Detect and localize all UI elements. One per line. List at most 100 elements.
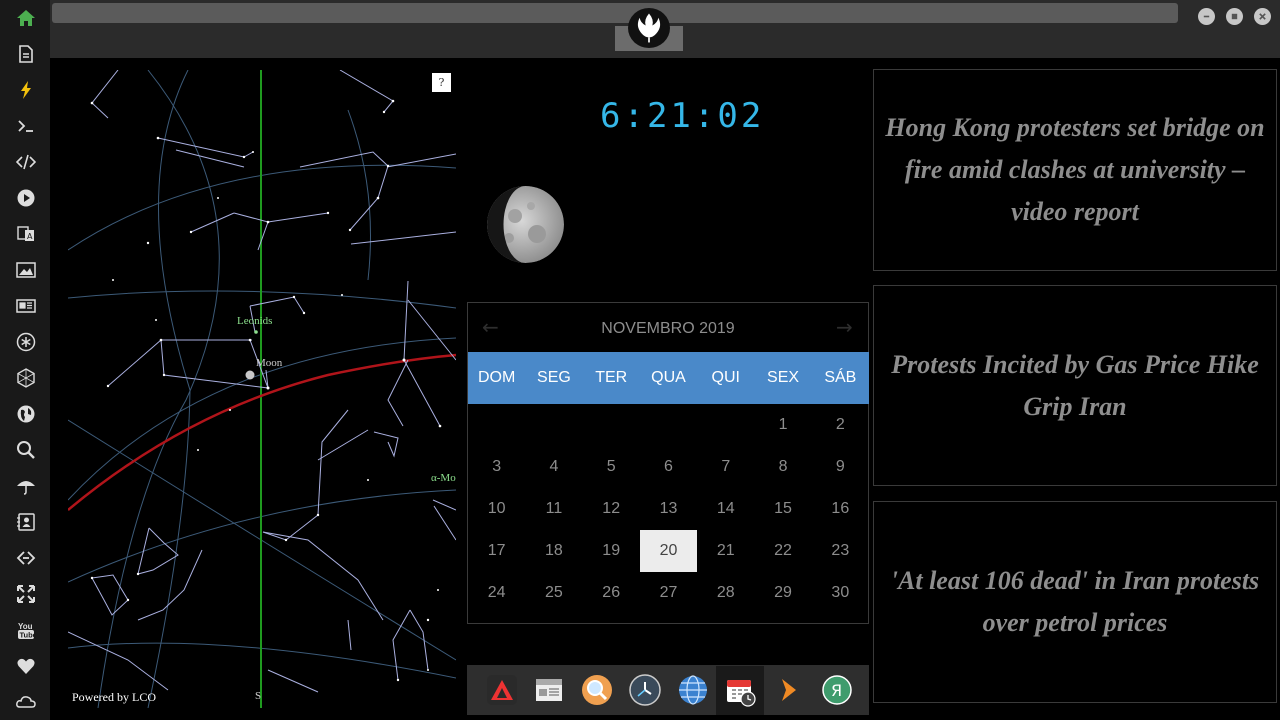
calendar-week-row: 3456789 xyxy=(468,446,869,488)
asterisk-icon[interactable] xyxy=(13,329,39,355)
calendar-empty-cell xyxy=(697,404,754,446)
calendar-day[interactable]: 7 xyxy=(697,446,754,488)
calendar-day[interactable]: 8 xyxy=(754,446,811,488)
clock-icon[interactable] xyxy=(626,671,664,709)
calendar-day[interactable]: 13 xyxy=(640,488,697,530)
calendar-day[interactable]: 15 xyxy=(754,488,811,530)
news-headline[interactable]: Hong Kong protesters set bridge on fire … xyxy=(882,107,1268,233)
news-headline[interactable]: 'At least 106 dead' in Iran protests ove… xyxy=(882,560,1268,644)
close-button[interactable] xyxy=(1254,8,1271,25)
image-icon[interactable] xyxy=(13,257,39,283)
terminal-icon[interactable] xyxy=(13,113,39,139)
calendar-day[interactable]: 30 xyxy=(812,572,869,614)
play-icon[interactable] xyxy=(13,185,39,211)
document-icon[interactable] xyxy=(13,41,39,67)
next-month-button[interactable]: → xyxy=(836,315,853,339)
news-headline[interactable]: Protests Incited by Gas Price Hike Grip … xyxy=(882,344,1268,428)
news-card[interactable]: Hong Kong protesters set bridge on fire … xyxy=(873,69,1277,271)
arrow-right-icon[interactable] xyxy=(770,671,808,709)
news-icon[interactable] xyxy=(13,293,39,319)
calendar-day[interactable]: 22 xyxy=(754,530,811,572)
calendar-day[interactable]: 18 xyxy=(525,530,582,572)
calendar-day[interactable]: 9 xyxy=(812,446,869,488)
weekday-label: DOM xyxy=(477,369,516,386)
translate-icon[interactable]: A xyxy=(13,221,39,247)
calendar-day[interactable]: 12 xyxy=(583,488,640,530)
contacts-icon[interactable] xyxy=(13,509,39,535)
fullscreen-icon[interactable] xyxy=(13,581,39,607)
cloud-icon[interactable] xyxy=(13,689,39,715)
news-card[interactable]: Protests Incited by Gas Price Hike Grip … xyxy=(873,285,1277,486)
calendar-day[interactable]: 19 xyxy=(583,530,640,572)
calendar-day[interactable]: 1 xyxy=(754,404,811,446)
sky-map[interactable] xyxy=(68,70,456,708)
heart-icon[interactable] xyxy=(13,653,39,679)
hexagon-icon[interactable] xyxy=(13,365,39,391)
code-icon[interactable] xyxy=(13,149,39,175)
web-globe-icon[interactable] xyxy=(674,671,712,709)
calendar-grid: 1 2 3 4 5 6 7 8 9 10 11 12 13 14 15 16 17 18 19 20 21 22 23 24 2… xyxy=(468,404,869,614)
calendar-day[interactable]: 3 xyxy=(468,446,525,488)
south-label: S xyxy=(255,690,262,702)
digital-clock: 6:21:02 xyxy=(600,96,765,136)
search-icon[interactable] xyxy=(13,437,39,463)
maximize-button[interactable] xyxy=(1226,8,1243,25)
calendar-day[interactable]: 27 xyxy=(640,572,697,614)
calendar-day[interactable]: 17 xyxy=(468,530,525,572)
dock: Я xyxy=(467,665,869,715)
yandex-icon[interactable]: Я xyxy=(818,671,856,709)
minimize-button[interactable] xyxy=(1198,8,1215,25)
calendar-day[interactable]: 6 xyxy=(640,446,697,488)
link-icon[interactable] xyxy=(13,545,39,571)
umbrella-icon[interactable] xyxy=(13,473,39,499)
calendar-week-row: 17 18 19 20 21 22 23 xyxy=(468,530,869,572)
weekday-header: DOM SEG TER QUA QUI SEX SÁB xyxy=(468,352,869,404)
vivaldi-icon[interactable] xyxy=(483,671,521,709)
calendar-day[interactable]: 26 xyxy=(583,572,640,614)
svg-text:Tube: Tube xyxy=(20,631,37,640)
calendar-day[interactable]: 5 xyxy=(583,446,640,488)
weekday-label: SEG xyxy=(537,369,571,386)
calendar-empty-cell xyxy=(640,404,697,446)
calendar-day[interactable]: 25 xyxy=(525,572,582,614)
youtube-icon[interactable]: You Tube xyxy=(13,617,39,643)
weekday-label: SEX xyxy=(767,369,800,386)
calendar-week-row: 12 xyxy=(468,404,869,446)
calendar-day[interactable]: 16 xyxy=(812,488,869,530)
calendar-empty-cell xyxy=(468,404,525,446)
calendar-day[interactable]: 29 xyxy=(754,572,811,614)
calendar-day[interactable]: 2 xyxy=(812,404,869,446)
rebel-alliance-logo[interactable] xyxy=(628,8,670,48)
calendar-day[interactable]: 21 xyxy=(697,530,754,572)
lightning-icon[interactable] xyxy=(13,77,39,103)
calendar-widget: ← NOVEMBRO 2019 → DOM SEG TER QUA QUI SE… xyxy=(467,302,869,624)
address-bar[interactable] xyxy=(52,3,1178,23)
calendar-title: NOVEMBRO 2019 xyxy=(601,320,735,337)
news-card[interactable]: 'At least 106 dead' in Iran protests ove… xyxy=(873,501,1277,703)
magnifier-icon[interactable] xyxy=(578,671,616,709)
calendar-clock-icon[interactable] xyxy=(716,666,764,715)
home-icon[interactable] xyxy=(13,5,39,31)
globe-icon[interactable] xyxy=(13,401,39,427)
calendar-day[interactable]: 28 xyxy=(697,572,754,614)
calendar-day[interactable]: 11 xyxy=(525,488,582,530)
weekday-label: SÁB xyxy=(824,369,857,386)
svg-text:A: A xyxy=(27,232,33,241)
leonids-label: Leonids xyxy=(237,315,273,327)
calendar-day[interactable]: 10 xyxy=(468,488,525,530)
calendar-day[interactable]: 14 xyxy=(697,488,754,530)
alpha-label: α-Mo xyxy=(431,472,456,484)
weekday-label: QUA xyxy=(651,369,686,386)
moon-phase-icon xyxy=(487,186,564,263)
calendar-day[interactable]: 24 xyxy=(468,572,525,614)
calendar-day[interactable]: 4 xyxy=(525,446,582,488)
calendar-day[interactable]: 23 xyxy=(812,530,869,572)
calendar-week-row: 10 11 12 13 14 15 16 xyxy=(468,488,869,530)
top-bar xyxy=(50,0,1280,58)
calendar-week-row: 24 25 26 27 28 29 30 xyxy=(468,572,869,614)
sky-help-button[interactable]: ? xyxy=(432,73,451,92)
calendar-day-today[interactable]: 20 xyxy=(639,530,698,572)
calendar-empty-cell xyxy=(525,404,582,446)
calendar-news-icon[interactable] xyxy=(530,671,568,709)
powered-by-label[interactable]: Powered by LCO xyxy=(72,690,156,705)
